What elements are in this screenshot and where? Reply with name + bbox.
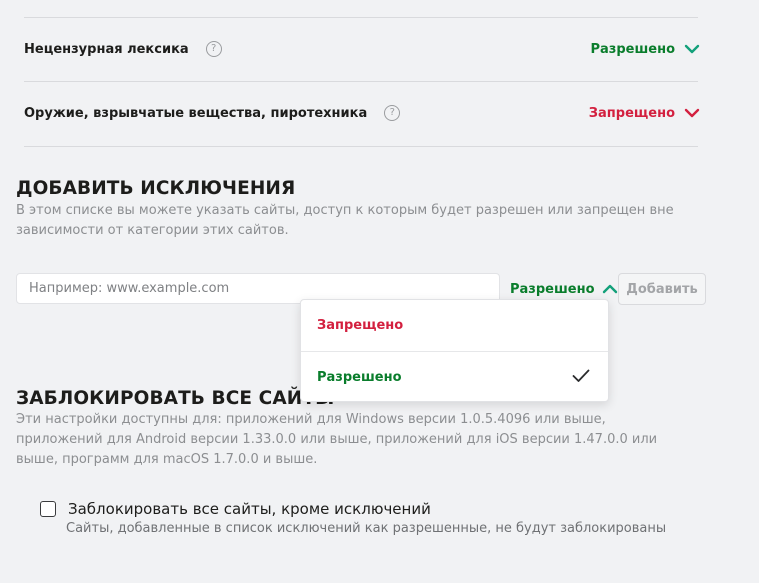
block-all-checkbox[interactable] <box>40 501 56 517</box>
select-value: Разрешено <box>510 281 595 297</box>
block-all-label[interactable]: Заблокировать все сайты, кроме исключени… <box>68 500 431 518</box>
chevron-down-icon <box>684 108 700 118</box>
block-all-title: ЗАБЛОКИРОВАТЬ ВСЕ САЙТЫ <box>16 388 335 409</box>
block-all-description: Эти настройки доступны для: приложений д… <box>16 412 658 467</box>
dropdown-option-denied[interactable]: Запрещено <box>301 300 608 351</box>
option-label: Разрешено <box>317 369 402 385</box>
status-label: Разрешено <box>590 41 675 57</box>
block-all-hint: Сайты, добавленные в список исключений к… <box>66 521 667 536</box>
status-label: Запрещено <box>588 105 675 121</box>
option-label: Запрещено <box>317 318 404 333</box>
exception-state-dropdown: Запрещено Разрешено <box>300 299 609 402</box>
chevron-down-icon <box>684 44 700 54</box>
category-status-toggle[interactable]: Запрещено <box>589 106 700 121</box>
exception-state-select[interactable]: Разрешено <box>510 278 618 300</box>
category-label: Нецензурная лексика <box>24 41 189 57</box>
exceptions-description: В этом списке вы можете указать сайты, д… <box>16 203 674 238</box>
checkmark-icon <box>572 369 590 382</box>
block-all-option: Заблокировать все сайты, кроме исключени… <box>40 500 431 518</box>
category-status-toggle[interactable]: Разрешено <box>590 42 700 57</box>
chevron-up-icon <box>602 284 617 294</box>
divider <box>24 146 698 147</box>
question-circle-icon[interactable]: ? <box>205 41 222 57</box>
question-circle-icon[interactable]: ? <box>384 105 401 121</box>
category-label: Оружие, взрывчатые вещества, пиротехника <box>24 105 368 121</box>
exceptions-title: ДОБАВИТЬ ИСКЛЮЧЕНИЯ <box>16 178 296 199</box>
category-row-profanity: Нецензурная лексика ? Разрешено <box>24 17 700 81</box>
category-row-weapons: Оружие, взрывчатые вещества, пиротехника… <box>24 81 700 145</box>
dropdown-option-allowed[interactable]: Разрешено <box>301 351 608 402</box>
add-button[interactable]: Добавить <box>618 273 706 305</box>
